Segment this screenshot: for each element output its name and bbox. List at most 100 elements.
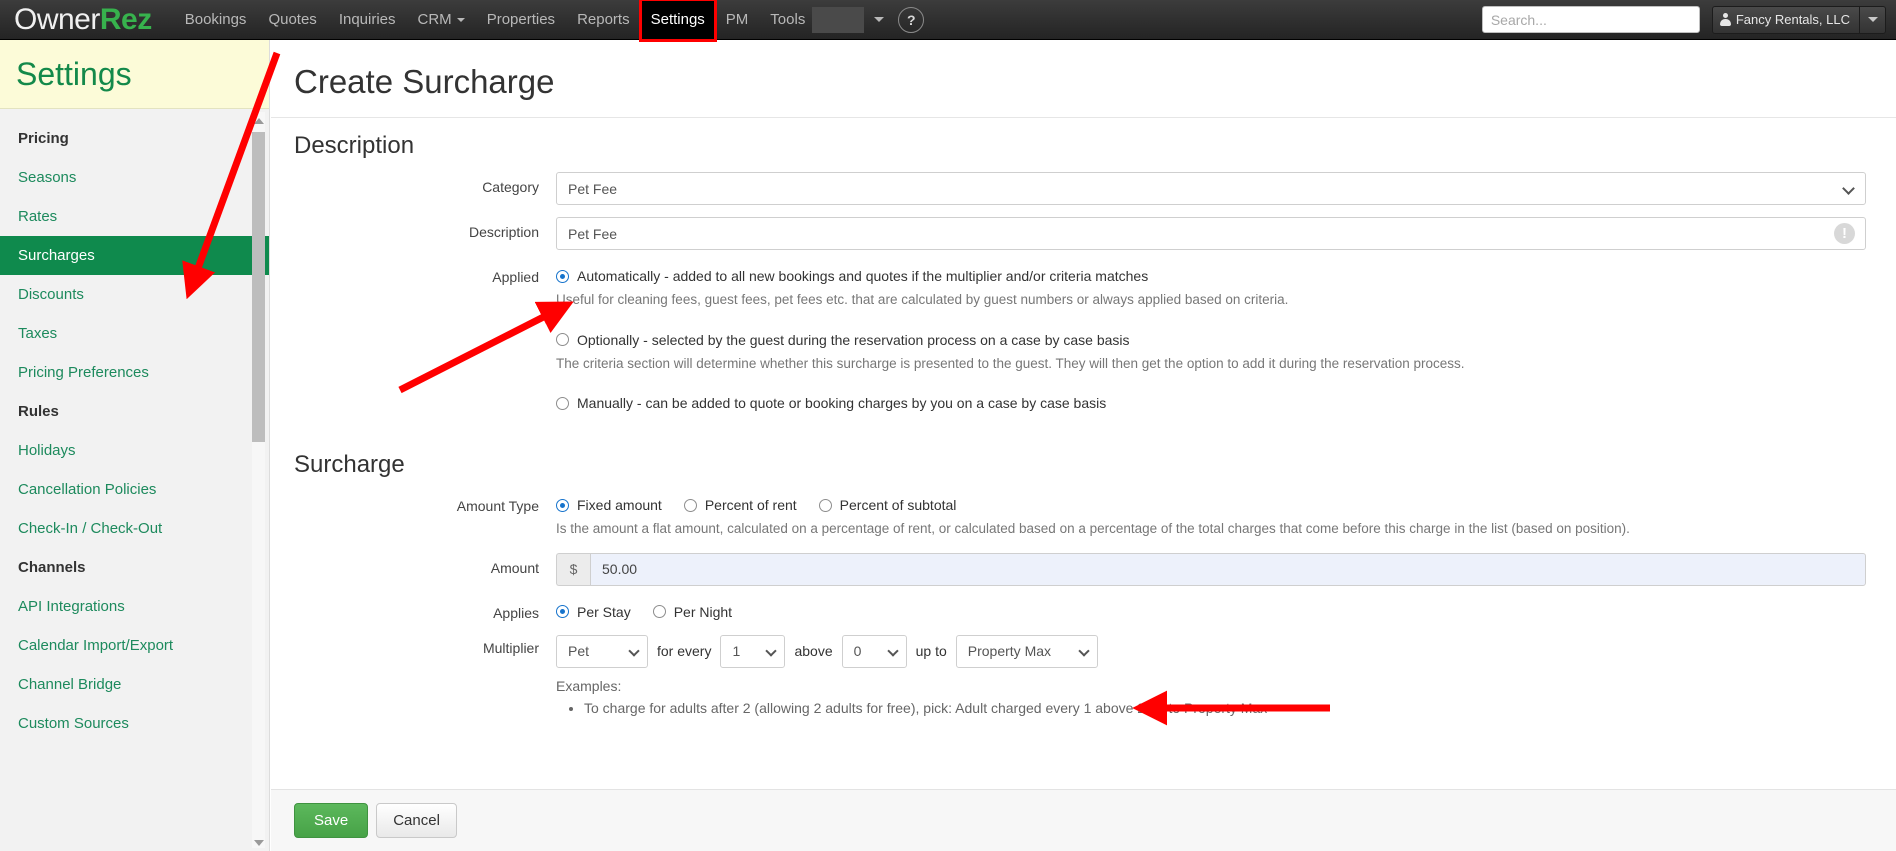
form-row-amount: Amount $ <box>271 552 1896 586</box>
sidebar-item-check-in-check-out[interactable]: Check-In / Check-Out <box>0 509 269 548</box>
radio-automatically[interactable] <box>556 269 569 283</box>
nav-label: Tools <box>770 11 806 28</box>
help-icon[interactable]: ? <box>898 6 925 33</box>
brand-logo[interactable]: OwnerRez <box>14 0 152 40</box>
nav-item-reports[interactable]: Reports <box>566 0 641 40</box>
nav-item-pm[interactable]: PM <box>715 0 760 40</box>
scroll-up-arrow-icon[interactable] <box>252 114 265 127</box>
applies-radio-group: Per Stay Per Night <box>556 598 1866 620</box>
sidebar-nav: Pricing Seasons Rates Surcharges Discoun… <box>0 109 269 743</box>
amount-type-radio-group: Fixed amount Percent of rent Percent of … <box>556 491 1866 513</box>
radio-manually[interactable] <box>556 396 569 410</box>
amount-type-percent-subtotal[interactable]: Percent of subtotal <box>818 497 956 513</box>
nav-label: Reports <box>577 11 630 28</box>
multiplier-word-above: above <box>794 643 833 660</box>
amount-type-option-label: Fixed amount <box>577 497 662 514</box>
applies-option-label: Per Stay <box>577 603 631 620</box>
scroll-down-arrow-icon[interactable] <box>252 836 265 849</box>
applies-option-label: Per Night <box>673 603 733 620</box>
account-caret-box[interactable] <box>1859 6 1885 33</box>
nav-label: Quotes <box>268 11 317 28</box>
radio-per-stay[interactable] <box>556 605 569 619</box>
nav-item-tools[interactable]: Tools <box>759 0 816 40</box>
multiplier-subject-select[interactable]: Pet <box>556 634 648 668</box>
nav-item-crm[interactable]: CRM <box>407 0 476 40</box>
account-menu-button[interactable]: Fancy Rentals, LLC <box>1711 5 1886 34</box>
radio-percent-of-subtotal[interactable] <box>818 498 832 512</box>
sidebar-item-seasons[interactable]: Seasons <box>0 158 269 197</box>
sidebar-item-pricing-preferences[interactable]: Pricing Preferences <box>0 353 269 392</box>
sidebar-item-discounts[interactable]: Discounts <box>0 275 269 314</box>
description-input[interactable] <box>556 217 1866 250</box>
form-footer: Save Cancel <box>271 789 1896 851</box>
applied-radio-line-manually[interactable]: Manually - can be added to quote or book… <box>556 389 1866 411</box>
category-select-wrap[interactable] <box>556 172 1866 205</box>
nav-item-bookings[interactable]: Bookings <box>174 0 258 40</box>
amount-type-option-label: Percent of rent <box>704 497 797 514</box>
main-content: Create Surcharge Description Category De… <box>271 40 1896 851</box>
multiplier-above-select[interactable]: 0 <box>841 634 907 668</box>
top-navbar: OwnerRez Bookings Quotes Inquiries CRM P… <box>0 0 1896 42</box>
form-row-amount-type: Amount Type Fixed amount Percent of rent… <box>271 491 1896 541</box>
applied-radio-line-automatically[interactable]: Automatically - added to all new booking… <box>556 262 1866 284</box>
section-heading-description: Description <box>294 132 415 159</box>
sidebar-item-custom-sources[interactable]: Custom Sources <box>0 704 269 743</box>
brand-owner-text: Owner <box>14 2 100 36</box>
sidebar-item-calendar-import-export[interactable]: Calendar Import/Export <box>0 626 269 665</box>
form-row-applies: Applies Per Stay Per Night <box>271 598 1896 621</box>
multiplier-above-wrap: 0 <box>841 634 907 668</box>
amount-input[interactable] <box>590 552 1866 586</box>
multiplier-every-select[interactable]: 1 <box>720 634 786 668</box>
sidebar-item-taxes[interactable]: Taxes <box>0 314 269 353</box>
form-row-category: Category <box>271 172 1896 205</box>
amount-type-percent-rent[interactable]: Percent of rent <box>683 497 797 514</box>
multiplier-word-every: for every <box>657 643 712 660</box>
applied-control: Automatically - added to all new booking… <box>556 262 1896 425</box>
nav-item-settings[interactable]: Settings <box>638 0 717 42</box>
description-control: ! <box>556 217 1896 250</box>
sidebar-item-api-integrations[interactable]: API Integrations <box>0 587 269 626</box>
radio-optionally[interactable] <box>556 333 569 347</box>
form-row-applied: Applied Automatically - added to all new… <box>271 262 1896 425</box>
amount-label: Amount <box>490 559 539 576</box>
sidebar-item-surcharges[interactable]: Surcharges <box>0 236 269 275</box>
chevron-down-icon <box>1867 17 1878 22</box>
nav-item-properties[interactable]: Properties <box>476 0 566 40</box>
sidebar-item-channel-bridge[interactable]: Channel Bridge <box>0 665 269 704</box>
multiplier-every-wrap: 1 <box>720 634 786 668</box>
chevron-down-icon[interactable] <box>874 17 885 22</box>
search-input[interactable] <box>1481 6 1700 33</box>
radio-per-night[interactable] <box>652 605 666 619</box>
sidebar-group-pricing: Pricing <box>18 130 69 147</box>
amount-type-fixed[interactable]: Fixed amount <box>556 497 662 513</box>
sidebar-item-holidays[interactable]: Holidays <box>0 431 269 470</box>
warning-icon[interactable]: ! <box>1834 223 1855 244</box>
applied-option-label: Optionally - selected by the guest durin… <box>577 331 1130 348</box>
applied-radio-line-optionally[interactable]: Optionally - selected by the guest durin… <box>556 326 1866 348</box>
sidebar-item-rates[interactable]: Rates <box>0 197 269 236</box>
page-title: Create Surcharge <box>271 40 1896 118</box>
applied-option-help: Useful for cleaning fees, guest fees, pe… <box>556 292 1289 307</box>
radio-percent-of-rent[interactable] <box>683 498 697 512</box>
applied-option-automatically: Automatically - added to all new booking… <box>556 262 1866 312</box>
applies-per-night[interactable]: Per Night <box>652 603 733 620</box>
form-row-multiplier: Multiplier Pet for every 1 above 0 up to… <box>271 633 1896 716</box>
nav-label: Inquiries <box>338 11 396 28</box>
form-row-description: Description ! <box>271 217 1896 250</box>
sidebar-item-cancellation-policies[interactable]: Cancellation Policies <box>0 470 269 509</box>
applies-per-stay[interactable]: Per Stay <box>556 604 631 620</box>
nav-item-inquiries[interactable]: Inquiries <box>328 0 407 40</box>
save-button[interactable]: Save <box>294 803 369 838</box>
nav-item-quotes[interactable]: Quotes <box>257 0 327 40</box>
multiplier-upto-select[interactable]: Property Max <box>955 634 1098 668</box>
category-select[interactable] <box>556 172 1866 205</box>
sidebar-scrollbar-thumb[interactable] <box>252 132 265 442</box>
description-input-wrap: ! <box>556 217 1866 250</box>
cancel-button[interactable]: Cancel <box>376 803 457 838</box>
nav-label: Properties <box>486 11 556 28</box>
amount-input-group: $ <box>556 552 1866 586</box>
nav-items: Bookings Quotes Inquiries CRM Properties… <box>174 0 925 42</box>
amount-type-help: Is the amount a flat amount, calculated … <box>556 521 1630 537</box>
radio-fixed-amount[interactable] <box>556 498 569 512</box>
multiplier-label: Multiplier <box>482 639 539 656</box>
